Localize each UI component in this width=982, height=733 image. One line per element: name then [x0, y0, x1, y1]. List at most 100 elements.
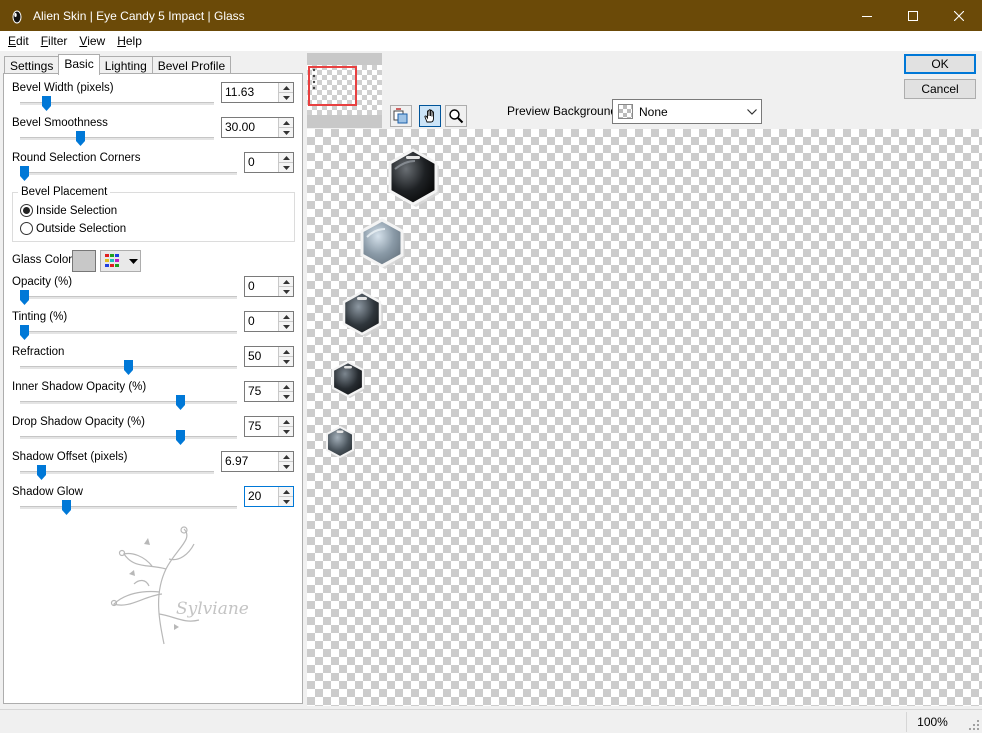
- preview-background-label: Preview Background:: [507, 104, 621, 118]
- spin-up-icon[interactable]: [279, 382, 293, 392]
- spin-up-icon[interactable]: [279, 417, 293, 427]
- menu-filter[interactable]: Filter: [37, 34, 72, 48]
- menu-edit[interactable]: Edit: [4, 34, 33, 48]
- spin-up-icon[interactable]: [279, 153, 293, 163]
- spin-down-icon[interactable]: [279, 357, 293, 366]
- menu-view[interactable]: View: [75, 34, 109, 48]
- bevel-smoothness-value[interactable]: 30.00: [222, 118, 278, 137]
- menu-mnemonic: E: [8, 34, 17, 48]
- drop-shadow-spinbox[interactable]: 75: [244, 416, 294, 437]
- opacity-slider-thumb[interactable]: [20, 290, 29, 305]
- window-title: Alien Skin | Eye Candy 5 Impact | Glass: [33, 8, 245, 23]
- spin-down-icon[interactable]: [279, 163, 293, 172]
- cancel-button[interactable]: Cancel: [904, 79, 976, 99]
- tinting-label: Tinting (%): [12, 311, 68, 323]
- refraction-value[interactable]: 50: [245, 347, 278, 366]
- glass-color-swatch[interactable]: [72, 250, 96, 272]
- shadow-offset-slider-track[interactable]: [20, 471, 214, 474]
- tinting-slider-thumb[interactable]: [20, 325, 29, 340]
- tab-basic[interactable]: Basic: [58, 54, 100, 75]
- tinting-spinbox[interactable]: 0: [244, 311, 294, 332]
- round-corners-slider-track[interactable]: [20, 172, 237, 175]
- opacity-spinbox[interactable]: 0: [244, 276, 294, 297]
- glass-color-label: Glass Color: [12, 254, 73, 266]
- shadow-glow-value[interactable]: 20: [245, 487, 278, 506]
- glass-hexagon-tiny: [326, 425, 355, 459]
- menu-label: ilter: [48, 34, 68, 48]
- zoom-tool-button[interactable]: [445, 105, 467, 127]
- bevel-smoothness-label: Bevel Smoothness: [12, 117, 108, 129]
- spin-down-icon[interactable]: [279, 462, 293, 471]
- shadow-glow-spinbox[interactable]: 20: [244, 486, 294, 507]
- bevel-width-value[interactable]: 11.63: [222, 83, 278, 102]
- color-palette-button[interactable]: [100, 250, 141, 272]
- dropdown-arrow-icon: [129, 258, 138, 264]
- tab-lighting[interactable]: Lighting: [98, 56, 153, 74]
- inner-shadow-slider-track[interactable]: [20, 401, 237, 404]
- spin-down-icon[interactable]: [279, 287, 293, 296]
- spin-down-icon[interactable]: [279, 392, 293, 401]
- drop-shadow-slider-thumb[interactable]: [176, 430, 185, 445]
- preview-navigator[interactable]: [307, 53, 382, 128]
- inner-shadow-value[interactable]: 75: [245, 382, 278, 401]
- spin-up-icon[interactable]: [279, 118, 293, 128]
- ok-button[interactable]: OK: [904, 54, 976, 74]
- zoom-level: 100%: [906, 712, 958, 732]
- drop-shadow-slider-track[interactable]: [20, 436, 237, 439]
- status-bar: 100%: [0, 709, 982, 733]
- inner-shadow-spinbox[interactable]: 75: [244, 381, 294, 402]
- toggle-preview-button[interactable]: [390, 105, 412, 127]
- spin-down-icon[interactable]: [279, 427, 293, 436]
- round-corners-slider-thumb[interactable]: [20, 166, 29, 181]
- bevel-smoothness-slider-thumb[interactable]: [75, 131, 85, 146]
- shadow-glow-slider-thumb[interactable]: [61, 500, 71, 515]
- close-button[interactable]: [936, 0, 982, 31]
- spin-down-icon[interactable]: [279, 322, 293, 331]
- minimize-icon: [862, 15, 872, 17]
- drop-shadow-label: Drop Shadow Opacity (%): [12, 416, 145, 428]
- spin-down-icon[interactable]: [279, 497, 293, 506]
- inner-shadow-label: Inner Shadow Opacity (%): [12, 381, 147, 393]
- shadow-offset-spinbox[interactable]: 6.97: [221, 451, 294, 472]
- tinting-value[interactable]: 0: [245, 312, 278, 331]
- outside-selection-radio[interactable]: Outside Selection: [20, 222, 126, 235]
- opacity-slider-track[interactable]: [20, 296, 237, 299]
- svg-text:Sylviane: Sylviane: [176, 599, 249, 619]
- shadow-offset-slider-thumb[interactable]: [36, 465, 46, 480]
- inner-shadow-slider-thumb[interactable]: [176, 395, 185, 410]
- round-corners-spinbox[interactable]: 0: [244, 152, 294, 173]
- shadow-offset-value[interactable]: 6.97: [222, 452, 278, 471]
- bevel-width-slider-thumb[interactable]: [42, 96, 52, 111]
- magnifier-icon: [449, 109, 464, 124]
- spin-up-icon[interactable]: [279, 347, 293, 357]
- inside-selection-radio[interactable]: Inside Selection: [20, 204, 117, 217]
- refraction-spinbox[interactable]: 50: [244, 346, 294, 367]
- bevel-width-spinbox[interactable]: 11.63: [221, 82, 294, 103]
- tab-bevel-profile[interactable]: Bevel Profile: [151, 56, 232, 74]
- spin-up-icon[interactable]: [279, 83, 293, 93]
- tab-settings[interactable]: Settings: [4, 56, 60, 74]
- spin-up-icon[interactable]: [279, 312, 293, 322]
- refraction-slider-thumb[interactable]: [124, 360, 133, 375]
- round-corners-value[interactable]: 0: [245, 153, 278, 172]
- spin-down-icon[interactable]: [279, 128, 293, 137]
- opacity-value[interactable]: 0: [245, 277, 278, 296]
- maximize-button[interactable]: [890, 0, 936, 31]
- preview-canvas[interactable]: [307, 129, 982, 706]
- chevron-down-icon: [747, 108, 757, 115]
- bevel-smoothness-spinbox[interactable]: 30.00: [221, 117, 294, 138]
- pan-tool-button[interactable]: [419, 105, 441, 127]
- tinting-slider-track[interactable]: [20, 331, 237, 334]
- bevel-smoothness-slider-track[interactable]: [20, 137, 214, 140]
- spin-up-icon[interactable]: [279, 487, 293, 497]
- spin-up-icon[interactable]: [279, 452, 293, 462]
- spin-down-icon[interactable]: [279, 93, 293, 102]
- spin-up-icon[interactable]: [279, 277, 293, 287]
- shadow-glow-slider-track[interactable]: [20, 506, 237, 509]
- title-bar[interactable]: Alien Skin | Eye Candy 5 Impact | Glass: [0, 0, 982, 31]
- minimize-button[interactable]: [844, 0, 890, 31]
- preview-background-select[interactable]: None: [612, 99, 762, 124]
- resize-grip-icon[interactable]: [968, 719, 980, 731]
- menu-help[interactable]: Help: [113, 34, 146, 48]
- drop-shadow-value[interactable]: 75: [245, 417, 278, 436]
